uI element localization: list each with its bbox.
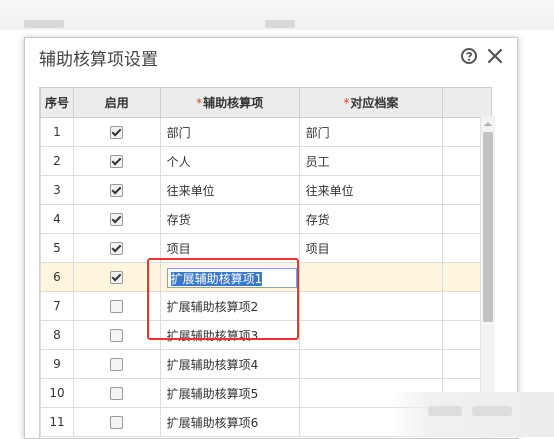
- aux-item-cell[interactable]: 项目: [159, 233, 300, 263]
- row-index: 8: [40, 320, 74, 350]
- archive-cell[interactable]: 员工: [298, 146, 444, 176]
- table-scrollbar[interactable]: [480, 116, 495, 438]
- archive-cell[interactable]: [298, 320, 444, 350]
- archive-cell[interactable]: 项目: [298, 233, 444, 263]
- enabled-checkbox[interactable]: [110, 387, 124, 400]
- row-index: 5: [40, 233, 74, 263]
- column-header-spacer: [442, 87, 492, 118]
- enabled-checkbox[interactable]: [110, 155, 124, 168]
- row-index: 2: [40, 146, 74, 176]
- row-index: 6: [40, 262, 74, 292]
- required-mark: *: [343, 96, 350, 110]
- aux-item-cell[interactable]: 部门: [159, 117, 300, 147]
- table-row[interactable]: 3 往来单位 往来单位: [40, 175, 492, 205]
- enabled-checkbox[interactable]: [110, 300, 124, 313]
- row-index: 1: [40, 117, 74, 147]
- background-window-element: [265, 20, 295, 28]
- row-index: 10: [40, 378, 74, 408]
- archive-cell[interactable]: 存货: [298, 204, 444, 234]
- table-row[interactable]: 1 部门 部门: [40, 117, 492, 147]
- aux-item-cell[interactable]: 扩展辅助核算项4: [159, 349, 300, 379]
- archive-cell[interactable]: [298, 349, 444, 379]
- column-header-archive-label: 对应档案: [350, 96, 399, 110]
- aux-item-cell[interactable]: 扩展辅助核算项6: [159, 407, 300, 437]
- enabled-checkbox[interactable]: [110, 126, 124, 139]
- watermark-overlay: [388, 392, 554, 437]
- row-index: 4: [40, 204, 74, 234]
- background-window-strip: [0, 0, 554, 30]
- aux-items-table-container: 序号 启用 *辅助核算项 *对应档案 1 部门 部门 2 个人 员工 3 往来单…: [39, 87, 492, 438]
- aux-item-cell[interactable]: 存货: [159, 204, 300, 234]
- enabled-checkbox[interactable]: [110, 242, 124, 255]
- scrollbar-thumb[interactable]: [483, 132, 493, 322]
- column-header-enabled: 启用: [72, 87, 161, 118]
- aux-item-edit-input[interactable]: 扩展辅助核算项1: [166, 268, 297, 288]
- table-row[interactable]: 2 个人 员工: [40, 146, 492, 176]
- dialog-title: 辅助核算项设置: [39, 50, 158, 70]
- close-icon[interactable]: [486, 47, 504, 65]
- help-circle-icon[interactable]: [460, 47, 478, 65]
- enabled-checkbox[interactable]: [110, 271, 124, 284]
- archive-cell[interactable]: 往来单位: [298, 175, 444, 205]
- table-row[interactable]: 8 扩展辅助核算项3: [40, 320, 492, 350]
- row-index: 3: [40, 175, 74, 205]
- enabled-checkbox[interactable]: [110, 358, 124, 371]
- table-row[interactable]: 7 扩展辅助核算项2: [40, 291, 492, 321]
- watermark-mark: [472, 406, 512, 416]
- archive-cell[interactable]: [298, 262, 444, 292]
- enabled-checkbox[interactable]: [110, 213, 124, 226]
- aux-accounting-settings-dialog: 辅助核算项设置 序号 启用 *辅助核算项 *对应档案 1 部门 部门 2 个人 …: [24, 37, 518, 439]
- aux-item-cell[interactable]: 扩展辅助核算项5: [159, 378, 300, 408]
- table-row[interactable]: 9 扩展辅助核算项4: [40, 349, 492, 379]
- scroll-up-arrow-icon[interactable]: [484, 122, 492, 126]
- archive-cell[interactable]: [298, 291, 444, 321]
- enabled-checkbox[interactable]: [110, 329, 124, 342]
- column-header-archive: *对应档案: [298, 87, 444, 118]
- watermark-mark: [428, 406, 462, 416]
- aux-item-cell[interactable]: 扩展辅助核算项2: [159, 291, 300, 321]
- aux-items-table: 序号 启用 *辅助核算项 *对应档案 1 部门 部门 2 个人 员工 3 往来单…: [40, 87, 492, 437]
- table-row[interactable]: 5 项目 项目: [40, 233, 492, 263]
- dialog-titlebar: 辅助核算项设置: [25, 38, 517, 76]
- selected-text: 扩展辅助核算项1: [170, 272, 263, 286]
- row-index: 11: [40, 407, 74, 437]
- row-index: 7: [40, 291, 74, 321]
- aux-item-cell[interactable]: 个人: [159, 146, 300, 176]
- enabled-checkbox[interactable]: [110, 416, 124, 429]
- row-index: 9: [40, 349, 74, 379]
- table-row[interactable]: 4 存货 存货: [40, 204, 492, 234]
- table-header-row: 序号 启用 *辅助核算项 *对应档案: [40, 87, 492, 118]
- enabled-checkbox[interactable]: [110, 184, 124, 197]
- column-header-index: 序号: [40, 87, 74, 118]
- required-mark: *: [196, 96, 203, 110]
- archive-cell[interactable]: 部门: [298, 117, 444, 147]
- table-row-selected[interactable]: 6 扩展辅助核算项1: [40, 262, 492, 292]
- column-header-item-label: 辅助核算项: [203, 96, 264, 110]
- background-window-element: [24, 20, 64, 28]
- column-header-item: *辅助核算项: [159, 87, 300, 118]
- aux-item-cell[interactable]: 往来单位: [159, 175, 300, 205]
- aux-item-cell[interactable]: 扩展辅助核算项3: [159, 320, 300, 350]
